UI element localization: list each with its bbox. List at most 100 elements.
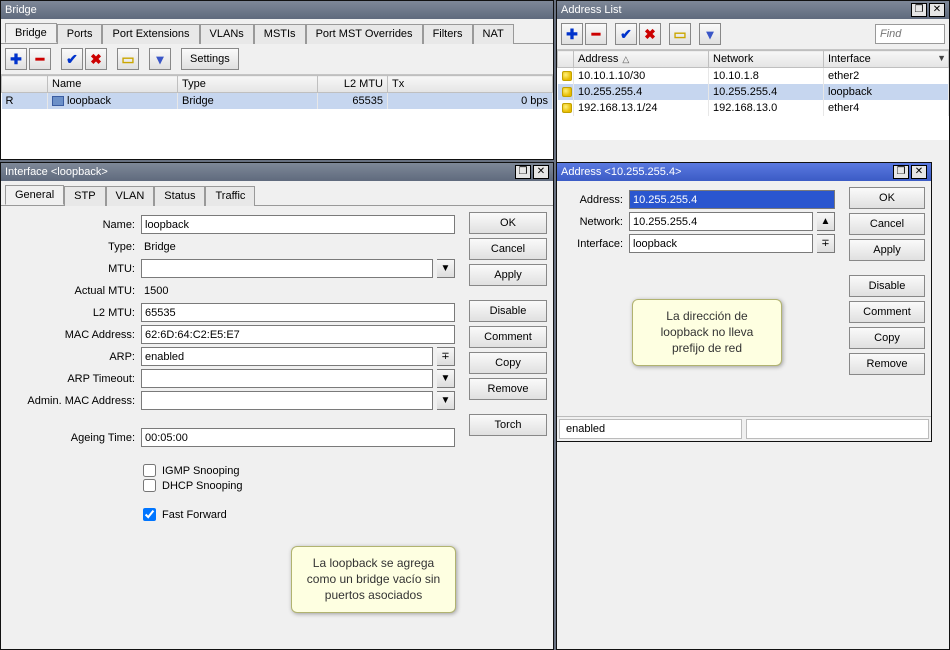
bridge-toolbar: ✚ ━ ✔ ✖ ▭ ▾ Settings [1, 44, 553, 75]
cell-if: loopback [824, 84, 949, 100]
settings-button[interactable]: Settings [181, 48, 239, 70]
network-expand-icon[interactable]: ▲ [817, 212, 835, 231]
admin-mac-expand-icon[interactable]: ▼ [437, 391, 455, 410]
disable-button[interactable]: ✖ [639, 23, 661, 45]
enable-button[interactable]: ✔ [61, 48, 83, 70]
interface-dropdown-icon[interactable]: ∓ [817, 234, 835, 253]
admin-mac-field[interactable] [141, 391, 433, 410]
apply-button[interactable]: Apply [849, 239, 925, 261]
igmp-snooping-checkbox[interactable] [143, 464, 156, 477]
col-flag[interactable] [2, 76, 48, 93]
table-row[interactable]: 192.168.13.1/24 192.168.13.0 ether4 [558, 100, 949, 116]
find-input[interactable] [875, 24, 945, 44]
bridge-grid[interactable]: Name Type L2 MTU Tx R loopback Bridge 65… [1, 75, 553, 159]
fast-forward-checkbox[interactable] [143, 508, 156, 521]
filter-button[interactable]: ▾ [699, 23, 721, 45]
copy-button[interactable]: Copy [469, 352, 547, 374]
tab-port-mst-overrides[interactable]: Port MST Overrides [306, 24, 423, 44]
tab-general[interactable]: General [5, 185, 64, 205]
mtu-expand-icon[interactable]: ▼ [437, 259, 455, 278]
tab-ports[interactable]: Ports [57, 24, 103, 44]
comment-button[interactable]: Comment [469, 326, 547, 348]
tab-filters[interactable]: Filters [423, 24, 473, 44]
enable-button[interactable]: ✔ [615, 23, 637, 45]
arp-dropdown-icon[interactable]: ∓ [437, 347, 455, 366]
cancel-button[interactable]: Cancel [469, 238, 547, 260]
add-button[interactable]: ✚ [561, 23, 583, 45]
tab-status[interactable]: Status [154, 186, 205, 206]
comment-button[interactable]: ▭ [117, 48, 139, 70]
col-name[interactable]: Name [48, 76, 178, 93]
iface-callout: La loopback se agrega como un bridge vac… [291, 546, 456, 613]
interface-label: Interface: [565, 238, 625, 250]
add-button[interactable]: ✚ [5, 48, 27, 70]
cell-addr: 10.255.255.4 [574, 84, 709, 100]
tab-mstis[interactable]: MSTIs [254, 24, 306, 44]
mac-field[interactable] [141, 325, 455, 344]
col-interface[interactable]: Interface▼ [824, 51, 949, 68]
table-row[interactable]: 10.255.255.4 10.255.255.4 loopback [558, 84, 949, 100]
table-row[interactable]: 10.10.1.10/30 10.10.1.8 ether2 [558, 68, 949, 85]
addr-form: Address: Network: ▲ Interface: ∓ La dire… [557, 181, 843, 416]
ok-button[interactable]: OK [849, 187, 925, 209]
torch-button[interactable]: Torch [469, 414, 547, 436]
col-icon[interactable] [558, 51, 574, 68]
col-l2mtu[interactable]: L2 MTU [318, 76, 388, 93]
remove-button[interactable]: ━ [585, 23, 607, 45]
name-field[interactable] [141, 215, 455, 234]
tab-traffic[interactable]: Traffic [205, 186, 255, 206]
col-type[interactable]: Type [178, 76, 318, 93]
tab-stp[interactable]: STP [64, 186, 105, 206]
col-network[interactable]: Network [709, 51, 824, 68]
cell-addr: 10.10.1.10/30 [574, 68, 709, 85]
ageing-field[interactable] [141, 428, 455, 447]
tab-nat[interactable]: NAT [473, 24, 514, 44]
close-icon[interactable]: ✕ [911, 165, 927, 179]
close-icon[interactable]: ✕ [929, 3, 945, 17]
address-field[interactable] [629, 190, 835, 209]
cell-tx: 0 bps [388, 93, 553, 110]
restore-icon[interactable]: ❐ [911, 3, 927, 17]
cell-if: ether4 [824, 100, 949, 116]
disable-button[interactable]: Disable [849, 275, 925, 297]
arp-timeout-label: ARP Timeout: [9, 373, 137, 385]
sort-asc-icon: △ [618, 54, 629, 64]
restore-icon[interactable]: ❐ [515, 165, 531, 179]
col-menu-icon[interactable]: ▼ [937, 53, 946, 63]
addrlist-grid[interactable]: Address△ Network Interface▼ 10.10.1.10/3… [557, 50, 949, 140]
tab-bridge[interactable]: Bridge [5, 23, 57, 43]
remove-button[interactable]: ━ [29, 48, 51, 70]
iface-button-column: OK Cancel Apply Disable Comment Copy Rem… [463, 206, 553, 649]
cell-if: ether2 [824, 68, 949, 85]
remove-ifc-button[interactable]: Remove [469, 378, 547, 400]
network-field[interactable] [629, 212, 813, 231]
disable-button[interactable]: ✖ [85, 48, 107, 70]
tab-port-extensions[interactable]: Port Extensions [102, 24, 199, 44]
apply-button[interactable]: Apply [469, 264, 547, 286]
restore-icon[interactable]: ❐ [893, 165, 909, 179]
arp-timeout-field[interactable] [141, 369, 433, 388]
table-row[interactable]: R loopback Bridge 65535 0 bps [2, 93, 553, 110]
arp-timeout-expand-icon[interactable]: ▼ [437, 369, 455, 388]
arp-field[interactable] [141, 347, 433, 366]
ok-button[interactable]: OK [469, 212, 547, 234]
filter-button[interactable]: ▾ [149, 48, 171, 70]
interface-field[interactable] [629, 234, 813, 253]
comment-button[interactable]: ▭ [669, 23, 691, 45]
addr-callout: La dirección de loopback no lleva prefij… [632, 299, 782, 366]
tab-vlans[interactable]: VLANs [200, 24, 254, 44]
remove-addr-button[interactable]: Remove [849, 353, 925, 375]
mtu-field[interactable] [141, 259, 433, 278]
col-address[interactable]: Address△ [574, 51, 709, 68]
tab-vlan[interactable]: VLAN [106, 186, 155, 206]
close-icon[interactable]: ✕ [533, 165, 549, 179]
dhcp-snooping-checkbox[interactable] [143, 479, 156, 492]
cancel-button[interactable]: Cancel [849, 213, 925, 235]
copy-button[interactable]: Copy [849, 327, 925, 349]
l2mtu-field[interactable] [141, 303, 455, 322]
status-enabled: enabled [559, 419, 742, 439]
col-tx[interactable]: Tx [388, 76, 553, 93]
addrlist-titlebar: Address List ❐ ✕ [557, 1, 949, 19]
disable-button[interactable]: Disable [469, 300, 547, 322]
comment-button[interactable]: Comment [849, 301, 925, 323]
